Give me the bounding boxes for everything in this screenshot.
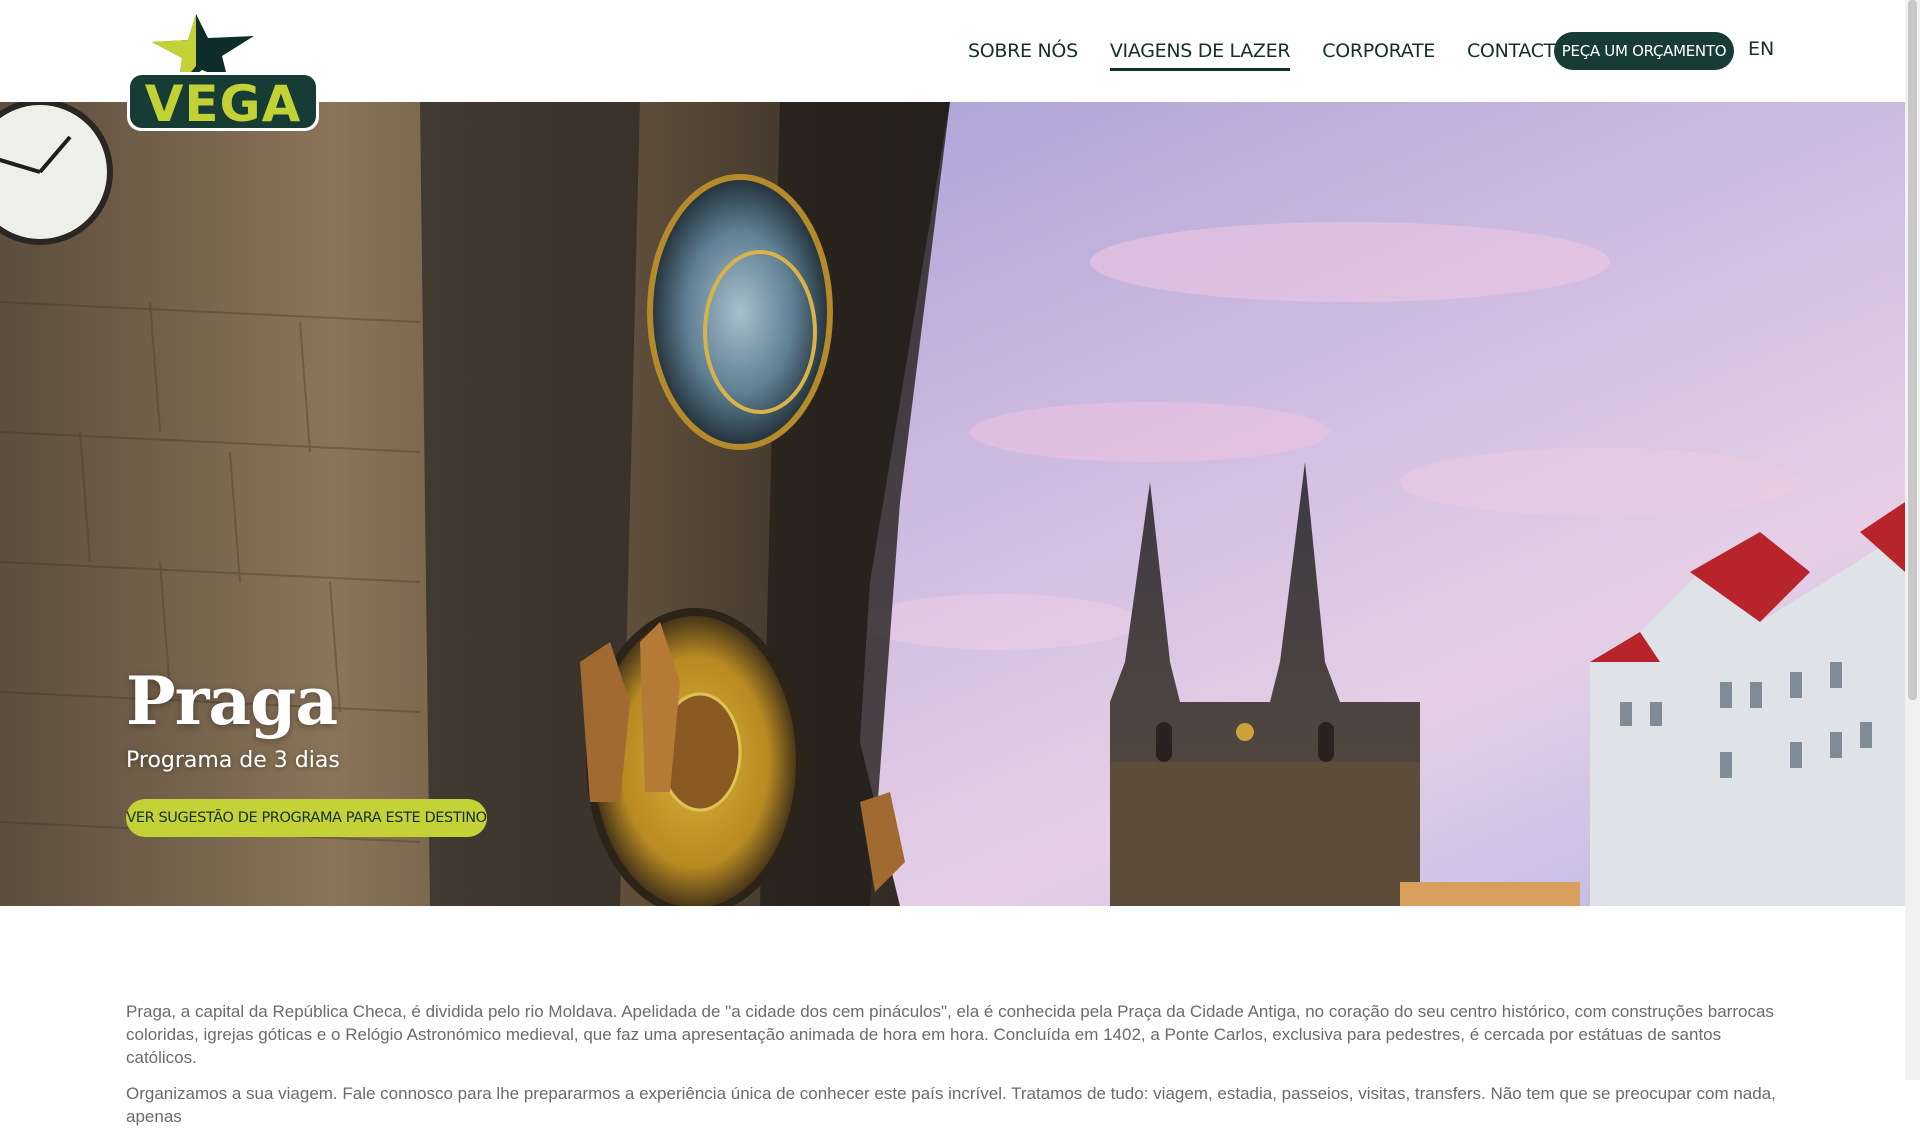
language-switch[interactable]: EN bbox=[1748, 38, 1774, 60]
hero-banner: Praga Programa de 3 dias VER SUGESTÃO DE… bbox=[0, 102, 1905, 906]
request-quote-button[interactable]: PEÇA UM ORÇAMENTO bbox=[1554, 32, 1734, 70]
nav-item-sobre-nos[interactable]: SOBRE NÓS bbox=[968, 34, 1078, 68]
nav-item-viagens-de-lazer[interactable]: VIAGENS DE LAZER bbox=[1109, 34, 1291, 71]
hero-title: Praga bbox=[126, 662, 338, 740]
logo-wordmark: VEGA bbox=[144, 75, 302, 133]
description-paragraph: Praga, a capital da República Checa, é d… bbox=[126, 1002, 1774, 1067]
scrollbar-thumb[interactable] bbox=[1908, 0, 1917, 700]
prague-hero-image bbox=[0, 102, 1905, 906]
destination-description: Praga, a capital da República Checa, é d… bbox=[126, 1000, 1786, 1141]
view-program-button[interactable]: VER SUGESTÃO DE PROGRAMA PARA ESTE DESTI… bbox=[126, 799, 487, 837]
nav-item-corporate[interactable]: CORPORATE bbox=[1322, 34, 1435, 68]
vega-logo[interactable]: VEGA bbox=[126, 14, 320, 133]
description-paragraph: Organizamos a sua viagem. Fale connosco … bbox=[126, 1084, 1776, 1126]
hero-subtitle: Programa de 3 dias bbox=[126, 748, 340, 773]
page-scrollbar[interactable] bbox=[1905, 0, 1920, 1080]
main-nav: SOBRE NÓS VIAGENS DE LAZER CORPORATE CON… bbox=[968, 0, 1646, 102]
